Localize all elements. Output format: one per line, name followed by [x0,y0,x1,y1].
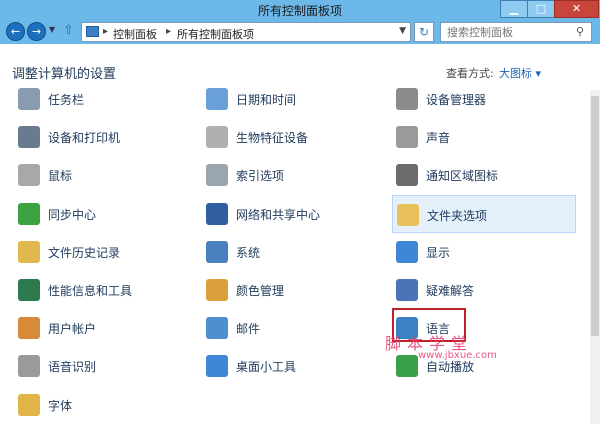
user-accounts-icon [18,317,40,340]
folder-options-icon [397,203,419,226]
control-panel-item[interactable]: 字体 [18,390,198,420]
control-panel-item-label: 鼠标 [48,169,73,184]
forward-button[interactable]: → [27,22,46,41]
search-icon[interactable]: ⚲ [576,25,584,38]
device-manager-icon [396,88,418,110]
control-panel-item-label: 显示 [426,245,451,260]
control-panel-item-label: 设备管理器 [426,93,487,107]
network-icon [206,202,228,225]
control-panel-item-label: 语音识别 [48,360,97,375]
recent-pages-dropdown-icon[interactable]: ▼ [49,25,55,34]
breadcrumb-separator[interactable]: ▸ [166,26,171,37]
display-icon [396,240,418,263]
control-panel-item-label: 任务栏 [48,93,85,107]
control-panel-item[interactable]: 设备和打印机 [18,122,198,152]
control-panel-item[interactable]: 邮件 [206,313,386,343]
address-bar[interactable]: ▸ 控制面板 ▸ 所有控制面板项 ▼ [81,22,411,42]
control-panel-item[interactable]: 桌面小工具 [206,351,386,381]
control-panel-item-label: 邮件 [236,322,261,337]
control-panel-item[interactable]: 网络和共享中心 [206,199,386,229]
control-panel-item[interactable]: 任务栏 [18,84,198,114]
control-panel-item[interactable]: 系统 [206,237,386,267]
notification-tray-icon [396,164,418,187]
control-panel-icon [86,26,99,37]
microphone-icon [18,355,40,378]
troubleshoot-icon [396,279,418,301]
control-panel-item[interactable]: 颜色管理 [206,275,386,305]
control-panel-item-label: 字体 [48,398,73,413]
control-panel-item[interactable]: 疑难解答 [396,275,580,305]
control-panel-item-label: 颜色管理 [236,284,285,298]
mail-icon [206,317,228,340]
control-panel-item-label: 通知区域图标 [426,169,499,184]
control-panel-items-grid: 任务栏 日期和时间 设备管理器设备和打印机 生物特征设备 声音鼠标 索引选项 通知区域图标同… [0,88,590,424]
control-panel-item-label: 文件历史记录 [48,245,121,260]
calendar-clock-icon [206,88,228,110]
mouse-icon [18,164,40,187]
page-title: 调整计算机的设置 [12,67,117,82]
system-icon [206,240,228,263]
index-magnifier-icon [206,164,228,187]
control-panel-item-label: 同步中心 [48,207,97,222]
control-panel-item[interactable]: 文件历史记录 [18,237,198,267]
autoplay-icon [396,355,418,378]
file-history-icon [18,240,40,263]
control-panel-item-label: 设备和打印机 [48,131,121,146]
color-management-icon [206,279,228,301]
control-panel-item[interactable]: 通知区域图标 [396,160,580,190]
control-panel-item[interactable]: 声音 [396,122,580,152]
control-panel-item-label: 生物特征设备 [236,131,309,146]
taskbar-icon [18,88,40,110]
view-by-dropdown[interactable]: 大图标 ▾ [499,65,541,81]
vertical-scrollbar[interactable] [590,90,600,424]
watermark-url: www.jbxue.com [418,350,497,361]
performance-icon [18,279,40,301]
speaker-icon [396,126,418,149]
address-dropdown-icon[interactable]: ▼ [399,26,406,36]
maximize-button[interactable]: □ [527,0,554,18]
control-panel-item-label: 疑难解答 [426,284,475,298]
control-panel-item-label: 性能信息和工具 [48,284,133,298]
control-panel-item[interactable]: 同步中心 [18,199,198,229]
navigation-bar: ← → ▼ ⇧ ▸ 控制面板 ▸ 所有控制面板项 ▼ ↻ ⚲ [0,20,600,44]
control-panel-item-label: 索引选项 [236,169,285,184]
printer-icon [18,126,40,149]
control-panel-item[interactable]: 日期和时间 [206,84,386,114]
fingerprint-icon [206,126,228,149]
breadcrumb-separator[interactable]: ▸ [103,26,108,37]
control-panel-item-label: 用户帐户 [48,322,97,337]
control-panel-item-label: 声音 [426,131,451,146]
control-panel-item-label: 桌面小工具 [236,360,297,375]
control-panel-item[interactable]: 索引选项 [206,160,386,190]
scrollbar-thumb[interactable] [591,96,599,336]
sync-icon [18,202,40,225]
minimize-button[interactable]: ▁ [500,0,527,18]
breadcrumb-control-panel[interactable]: 控制面板 [113,26,157,42]
view-by-label: 查看方式: [446,67,494,80]
control-panel-item[interactable]: 文件夹选项 [392,194,576,233]
control-panel-item[interactable]: 显示 [396,237,580,267]
control-panel-item[interactable]: 设备管理器 [396,84,580,114]
up-arrow-icon[interactable]: ⇧ [63,23,74,38]
control-panel-item[interactable]: 鼠标 [18,160,198,190]
back-button[interactable]: ← [6,22,25,41]
refresh-button[interactable]: ↻ [414,22,434,42]
control-panel-item[interactable]: 生物特征设备 [206,122,386,152]
control-panel-item-label: 网络和共享中心 [236,207,321,222]
control-panel-item[interactable]: 语音识别 [18,351,198,381]
control-panel-item-label: 文件夹选项 [427,208,488,223]
control-panel-item[interactable]: 性能信息和工具 [18,275,198,305]
search-input[interactable] [440,22,592,42]
gadgets-icon [206,355,228,378]
control-panel-item-label: 系统 [236,245,261,260]
title-bar: 所有控制面板项 ▁ □ ✕ [0,0,600,20]
control-panel-item[interactable]: 用户帐户 [18,313,198,343]
fonts-icon [18,393,40,416]
close-button[interactable]: ✕ [554,0,599,18]
control-panel-item-label: 日期和时间 [236,93,297,107]
breadcrumb-all-items[interactable]: 所有控制面板项 [177,26,254,42]
